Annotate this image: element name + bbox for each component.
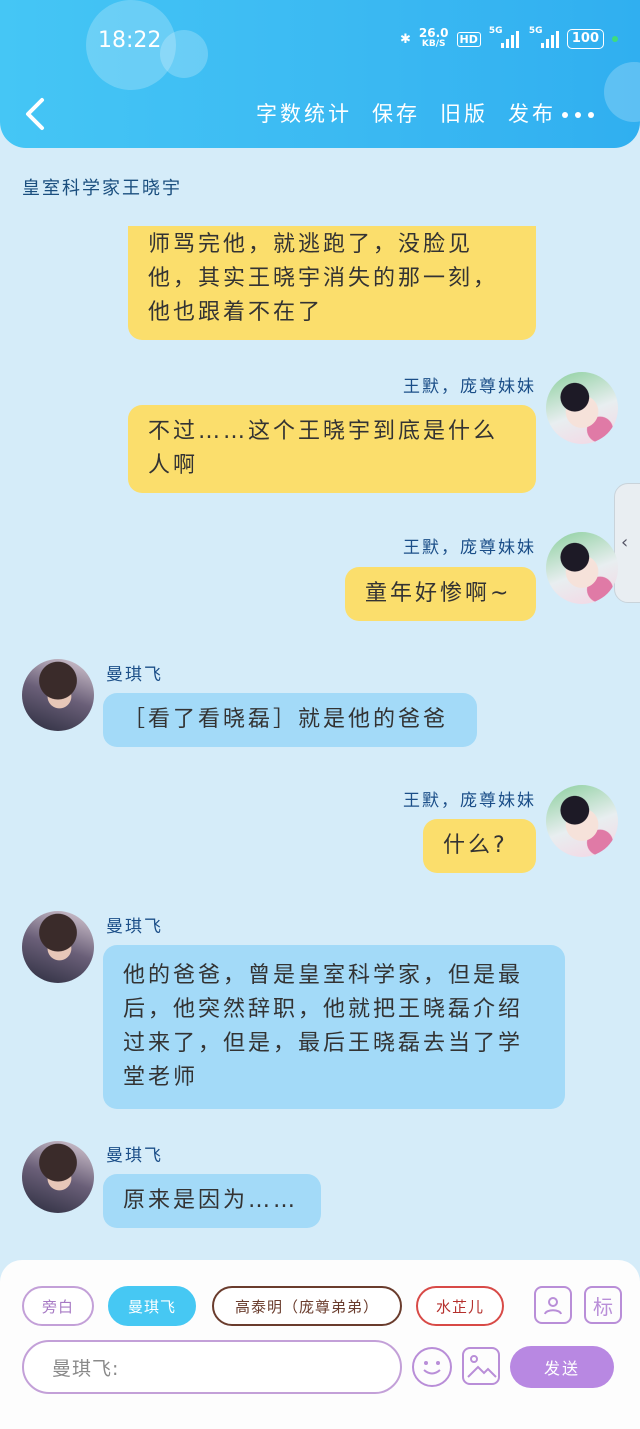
header-decoration bbox=[160, 30, 208, 78]
image-icon[interactable] bbox=[462, 1347, 500, 1385]
speaker-name: 王默，庞尊妹妹 bbox=[403, 538, 536, 558]
avatar[interactable] bbox=[22, 659, 94, 731]
more-options-icon[interactable] bbox=[562, 112, 594, 118]
message-bubble: 什么? bbox=[423, 819, 536, 873]
emoji-icon[interactable] bbox=[412, 1347, 452, 1387]
header-menu: 字数统计 保存 旧版 发布 bbox=[256, 98, 556, 128]
role-chip-narrator[interactable]: 旁白 bbox=[22, 1286, 94, 1326]
chat-title: 皇室科学家王晓宇 bbox=[22, 178, 182, 199]
publish-button[interactable]: 发布 bbox=[508, 98, 556, 128]
net-speed: 26.0 KB/S bbox=[418, 26, 449, 49]
side-drawer-tab[interactable]: ‹ bbox=[614, 483, 640, 603]
speaker-name: 王默，庞尊妹妹 bbox=[403, 791, 536, 811]
message-bubble: 他的爸爸，曾是皇室科学家，但是最后，他突然辞职，他就把王晓磊介绍过来了，但是，最… bbox=[103, 945, 565, 1109]
bluetooth-icon: ✱ bbox=[400, 31, 411, 47]
chevron-left-icon: ‹ bbox=[621, 532, 629, 553]
speaker-name: 曼琪飞 bbox=[106, 917, 163, 937]
chevron-left-icon bbox=[26, 98, 44, 130]
header-decoration bbox=[604, 62, 640, 122]
role-chip[interactable]: 水芷儿 bbox=[416, 1286, 504, 1326]
avatar[interactable] bbox=[22, 911, 94, 983]
message-input[interactable]: 曼琪飞: bbox=[22, 1340, 402, 1394]
avatar[interactable] bbox=[546, 532, 618, 604]
battery-icon: 100 bbox=[566, 29, 604, 49]
composer-panel: 旁白 曼琪飞 高泰明（庞尊弟弟） 水芷儿 标 曼琪飞: 发送 bbox=[0, 1260, 640, 1429]
status-icons: ✱ 26.0 KB/S HD 5G 5G 100 bbox=[400, 26, 618, 50]
message-bubble: ［看了看晓磊］就是他的爸爸 bbox=[103, 693, 477, 747]
old-version-button[interactable]: 旧版 bbox=[440, 98, 488, 128]
profile-icon[interactable] bbox=[534, 1286, 572, 1324]
message-bubble: 不过……这个王晓宇到底是什么人啊 bbox=[128, 405, 536, 493]
role-chip-selected[interactable]: 曼琪飞 bbox=[108, 1286, 196, 1326]
signal-icon: 5G bbox=[489, 26, 519, 48]
send-button[interactable]: 发送 bbox=[510, 1346, 614, 1388]
back-button[interactable] bbox=[20, 94, 50, 134]
word-count-button[interactable]: 字数统计 bbox=[256, 98, 352, 128]
avatar[interactable] bbox=[546, 785, 618, 857]
message-bubble: 童年好惨啊~ bbox=[345, 567, 536, 621]
tag-icon[interactable]: 标 bbox=[584, 1286, 622, 1324]
role-chip[interactable]: 高泰明（庞尊弟弟） bbox=[212, 1286, 402, 1326]
notification-dot bbox=[612, 36, 618, 42]
speaker-name: 王默，庞尊妹妹 bbox=[403, 377, 536, 397]
message-bubble: 师骂完他，就逃跑了，没脸见他，其实王晓宇消失的那一刻，他也跟着不在了 bbox=[128, 226, 536, 340]
speaker-name: 曼琪飞 bbox=[106, 1146, 163, 1166]
avatar[interactable] bbox=[22, 1141, 94, 1213]
hd-icon: HD bbox=[456, 31, 481, 47]
status-time: 18:22 bbox=[98, 28, 162, 53]
speaker-name: 曼琪飞 bbox=[106, 665, 163, 685]
message-bubble: 原来是因为…… bbox=[103, 1174, 321, 1228]
signal-icon: 5G bbox=[529, 26, 559, 48]
app-header: 18:22 ✱ 26.0 KB/S HD 5G 5G 100 字数统计 保存 旧版… bbox=[0, 0, 640, 148]
avatar[interactable] bbox=[546, 372, 618, 444]
save-button[interactable]: 保存 bbox=[372, 98, 420, 128]
